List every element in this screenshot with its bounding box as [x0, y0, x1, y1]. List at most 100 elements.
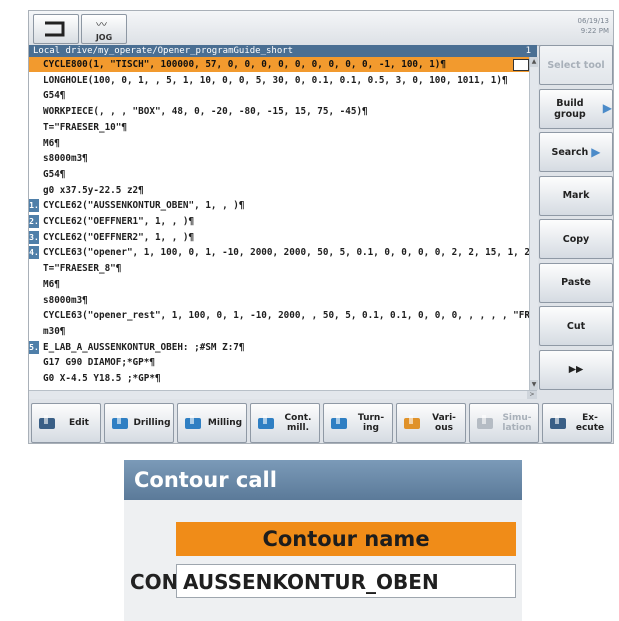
- code-line-selected[interactable]: CYCLE800(1, "TISCH", 100000, 57, 0, 0, 0…: [29, 57, 529, 72]
- program-line-number: 1: [525, 46, 531, 56]
- scroll-right-icon[interactable]: >: [527, 391, 537, 399]
- softkey-turn-ing[interactable]: Turn-ing: [323, 403, 393, 443]
- softkey-cont-mill[interactable]: Cont. mill.: [250, 403, 320, 443]
- code-text: s8000m3¶: [43, 294, 88, 306]
- code-line[interactable]: 1. CYCLE62("AUSSENKONTUR_OBEN", 1, , )¶: [29, 198, 529, 213]
- softkey-label: Copy: [562, 233, 590, 245]
- code-line[interactable]: g0 x37.5y-22.5 z2¶: [29, 183, 529, 198]
- jog-mode-button[interactable]: 〰 JOG: [81, 14, 127, 44]
- code-text: LONGHOLE(100, 0, 1, , 5, 1, 10, 0, 0, 5,…: [43, 74, 508, 86]
- machine-mode-button[interactable]: [33, 14, 79, 44]
- softkey-simu-lation[interactable]: Simu-lation: [469, 403, 539, 443]
- program-path: Local drive/my_operate/Opener_programGui…: [33, 46, 294, 56]
- softkey-label: Vari-ous: [432, 413, 456, 433]
- softkey-label: Cut: [566, 320, 586, 332]
- cycle-form-icon[interactable]: [513, 59, 529, 71]
- code-text: G54¶: [43, 168, 66, 180]
- softkey-label: Search: [551, 146, 589, 158]
- code-line[interactable]: 4. CYCLE63("opener", 1, 100, 0, 1, -10, 2…: [29, 245, 529, 260]
- contour-call-panel: Contour call Contour name CON AUSSENKONT…: [124, 460, 522, 621]
- softkey-label: Mark: [562, 190, 590, 201]
- block-number-badge: 2.: [29, 215, 39, 228]
- softkey-copy[interactable]: Copy: [539, 219, 613, 259]
- con-label: CON: [130, 570, 179, 594]
- horizontal-softkeys: Edit Drilling Milling Cont. mill. Turn-ing Va…: [29, 403, 613, 443]
- code-text: G0 X-4.5 Y18.5 ;*GP*¶: [43, 373, 161, 384]
- block-number-badge: 1.: [29, 199, 39, 213]
- program-editor[interactable]: CYCLE800(1, "TISCH", 100000, 57, 0, 0, 0…: [29, 57, 537, 390]
- softkey-ex-ecute[interactable]: Ex-ecute: [542, 403, 612, 443]
- contour-name-field[interactable]: AUSSENKONTUR_OBEN: [176, 564, 516, 598]
- contour-milling-icon: [257, 415, 275, 431]
- code-line[interactable]: 3. CYCLE62("OEFFNER2", 1, , )¶: [29, 230, 529, 245]
- code-line[interactable]: M6¶: [29, 136, 529, 151]
- edit-icon: [38, 415, 56, 431]
- machine-icon: [45, 21, 65, 37]
- drilling-icon: [111, 415, 129, 431]
- softkey-select-tool[interactable]: Select tool: [539, 45, 613, 85]
- nc-execute-icon: [549, 415, 567, 431]
- time: 9:22 PM: [580, 27, 609, 35]
- contour-call-title: Contour call: [124, 460, 522, 500]
- softkey-label: Turn-ing: [357, 413, 385, 433]
- code-line[interactable]: CYCLE63("opener_rest", 1, 100, 0, 1, -10…: [29, 308, 529, 323]
- softkey-search[interactable]: Search ▶: [539, 132, 613, 172]
- code-line[interactable]: G54¶: [29, 88, 529, 103]
- code-text: CYCLE62("OEFFNER2", 1, , )¶: [43, 231, 195, 243]
- softkey-build-group[interactable]: Build group ▶: [539, 88, 613, 129]
- block-number-badge: 3.: [29, 230, 39, 244]
- jog-icon: 〰: [96, 18, 107, 31]
- turning-icon: [330, 415, 348, 431]
- softkey-label: Cont. mill.: [284, 413, 312, 433]
- code-text: WORKPIECE(, , , "BOX", 48, 0, -20, -80, …: [43, 106, 368, 118]
- code-text: G17 G90 DIAMOF;*GP*¶: [43, 357, 155, 369]
- softkey-label: Ex-ecute: [575, 413, 605, 433]
- top-bar: 〰 JOG 06/19/13 9:22 PM: [29, 11, 613, 46]
- code-line[interactable]: M6¶: [29, 277, 529, 292]
- softkey-label: Build group: [554, 97, 586, 120]
- code-text: CYCLE63("opener_rest", 1, 100, 0, 1, -10…: [43, 310, 529, 322]
- code-line[interactable]: LONGHOLE(100, 0, 1, , 5, 1, 10, 0, 0, 5,…: [29, 73, 529, 88]
- vertical-scrollbar[interactable]: ▲ ▼: [529, 57, 538, 390]
- code-line[interactable]: G17 G90 DIAMOF;*GP*¶: [29, 355, 529, 370]
- code-text: G54¶: [43, 90, 66, 102]
- code-line[interactable]: 5. E_LAB_A_AUSSENKONTUR_OBEH: ;#SM Z:7¶: [29, 340, 529, 355]
- block-number-badge: 5.: [29, 340, 39, 354]
- softkey-edit[interactable]: Edit: [31, 403, 101, 443]
- code-line[interactable]: T="FRAESER_8"¶: [29, 261, 529, 276]
- code-text: g0 x37.5y-22.5 z2¶: [43, 184, 144, 196]
- softkey-milling[interactable]: Milling: [177, 403, 247, 443]
- milling-icon: [184, 415, 202, 431]
- code-line[interactable]: WORKPIECE(, , , "BOX", 48, 0, -20, -80, …: [29, 104, 529, 119]
- simulation-icon: [476, 415, 494, 431]
- softkey-paste[interactable]: Paste: [539, 262, 613, 303]
- code-text: M6¶: [43, 278, 60, 290]
- softkey-label: Simu-lation: [502, 413, 532, 433]
- code-line[interactable]: T="FRAESER_10"¶: [29, 120, 529, 135]
- horizontal-scrollbar[interactable]: >: [29, 390, 537, 399]
- softkey-mark[interactable]: Mark: [539, 175, 613, 216]
- code-line[interactable]: m30¶: [29, 324, 529, 339]
- code-text: T="FRAESER_8"¶: [43, 263, 122, 275]
- code-text: CYCLE800(1, "TISCH", 100000, 57, 0, 0, 0…: [43, 59, 446, 70]
- softkey-cut[interactable]: Cut: [539, 306, 613, 346]
- softkey-label: Paste: [561, 277, 591, 288]
- code-line[interactable]: G54¶: [29, 167, 529, 182]
- code-text: E_LAB_A_AUSSENKONTUR_OBEH: ;#SM Z:7¶: [43, 341, 245, 353]
- vertical-softkeys: Select tool Build group ▶ Search ▶ Mark Copy Pa…: [539, 45, 613, 395]
- code-line[interactable]: s8000m3¶: [29, 151, 529, 166]
- softkey-vari-ous[interactable]: Vari-ous: [396, 403, 466, 443]
- contour-name-header: Contour name: [176, 522, 516, 556]
- code-line[interactable]: s8000m3¶: [29, 293, 529, 308]
- cnc-screen: 〰 JOG 06/19/13 9:22 PM Local drive/my_op…: [28, 10, 614, 444]
- softkey-drilling[interactable]: Drilling: [104, 403, 174, 443]
- block-number-badge: 4.: [29, 246, 39, 260]
- code-text: T="FRAESER_10"¶: [43, 121, 127, 133]
- code-line[interactable]: G0 X-4.5 Y18.5 ;*GP*¶: [29, 371, 529, 386]
- scroll-down-icon[interactable]: ▼: [530, 380, 538, 390]
- code-line[interactable]: 2. CYCLE62("OEFFNER1", 1, , )¶: [29, 214, 529, 229]
- scroll-up-icon[interactable]: ▲: [530, 57, 538, 67]
- program-path-bar: Local drive/my_operate/Opener_programGui…: [29, 45, 537, 57]
- softkey-next[interactable]: ▶▶: [539, 349, 613, 390]
- softkey-label: Select tool: [547, 59, 605, 71]
